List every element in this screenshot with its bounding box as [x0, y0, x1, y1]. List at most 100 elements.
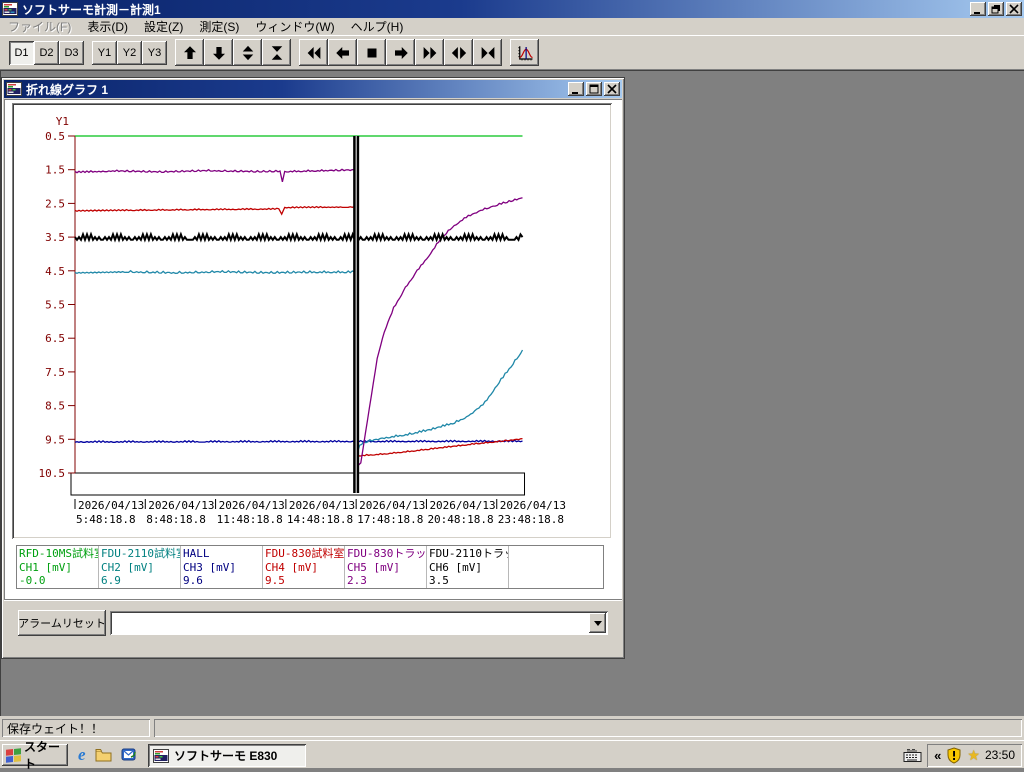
minimize-button[interactable]	[970, 2, 986, 16]
x-tick-time: 11:48:18.8	[217, 513, 283, 526]
toolbar-button-collapse-horizontal[interactable]	[473, 39, 502, 66]
rewind-icon	[307, 46, 320, 59]
graph-window-title: 折れ線グラフ 1	[26, 82, 109, 97]
y-tick-label: 2.5	[45, 197, 65, 210]
alarm-bar: アラームリセット	[4, 599, 622, 655]
x-tick-time: 8:48:18.8	[146, 513, 206, 526]
y-tick-label: 0.5	[45, 130, 65, 143]
close-icon[interactable]	[1006, 2, 1022, 16]
x-tick-date: 2026/04/13	[148, 499, 214, 512]
minimize-button[interactable]	[568, 82, 584, 96]
y-tick-label: 1.5	[45, 164, 65, 177]
app-icon	[153, 748, 169, 763]
legend-cell-CH6: FDU-2110トラッ CH6 [mV] 3.5	[429, 546, 509, 588]
series-CH3-line	[74, 439, 523, 444]
outlook-icon[interactable]	[121, 747, 137, 763]
quick-launch: e	[78, 745, 137, 765]
toolbar-button-Y2[interactable]: Y2	[117, 40, 142, 65]
series-CH4-line	[74, 205, 523, 457]
internet-explorer-icon[interactable]: e	[78, 746, 86, 763]
collapse-horizontal-icon	[481, 46, 494, 59]
maximize-button[interactable]	[586, 82, 602, 96]
x-tick-time: 17:48:18.8	[357, 513, 423, 526]
y-tick-label: 9.5	[45, 433, 65, 446]
tray-clock: 23:50	[984, 748, 1015, 762]
x-tick-time: 5:48:18.8	[76, 513, 136, 526]
x-tick-date: 2026/04/13	[78, 499, 144, 512]
security-shield-icon[interactable]	[946, 746, 962, 764]
graph-window-titlebar[interactable]: 折れ線グラフ 1	[4, 80, 622, 98]
toolbar-button-rewind[interactable]	[299, 39, 328, 66]
app-icon	[6, 82, 22, 96]
toolbar-button-stop[interactable]	[357, 39, 386, 66]
menu-item-window[interactable]: ウィンドウ(W)	[247, 17, 342, 36]
toolbar-button-Y1[interactable]: Y1	[92, 40, 117, 65]
restore-button[interactable]	[988, 2, 1004, 16]
alarm-combobox-input[interactable]	[113, 614, 587, 634]
toolbar-button-collapse-vertical[interactable]	[262, 39, 291, 66]
toolbar-button-arrow-left[interactable]	[328, 39, 357, 66]
y-tick-label: 6.5	[45, 332, 65, 345]
x-tick-time: 14:48:18.8	[287, 513, 353, 526]
menu-item-file[interactable]: ファイル(F)	[0, 17, 79, 36]
menu-bar: ファイル(F) 表示(D) 設定(Z) 測定(S) ウィンドウ(W) ヘルプ(H)	[0, 18, 1024, 36]
alarm-reset-button[interactable]: アラームリセット	[18, 610, 106, 636]
toolbar-button-expand-vertical[interactable]	[233, 39, 262, 66]
toolbar-button-arrow-right[interactable]	[386, 39, 415, 66]
tray-box: « ★ 23:50	[927, 744, 1022, 767]
toolbar-button-fast-forward[interactable]	[415, 39, 444, 66]
status-panel-secondary	[154, 719, 1022, 737]
graph-window: 折れ線グラフ 1 0.5 1.5 2.5 3.5 4.5 5.5 6.5 7.5 8.5 9.5 1…	[2, 78, 624, 658]
app-icon	[2, 2, 18, 16]
series-CH6-line	[74, 231, 524, 243]
menu-item-measure[interactable]: 測定(S)	[191, 17, 247, 36]
show-desktop-icon[interactable]	[95, 748, 112, 762]
alarm-combobox[interactable]	[110, 611, 608, 635]
combobox-dropdown-button[interactable]	[589, 613, 606, 633]
menu-item-help[interactable]: ヘルプ(H)	[343, 17, 412, 36]
toolbar-button-graph[interactable]	[510, 39, 539, 66]
stop-icon	[367, 48, 376, 57]
toolbar-button-expand-horizontal[interactable]	[444, 39, 473, 66]
window-title: ソフトサーモ計測－計測1	[22, 2, 161, 17]
close-icon[interactable]	[604, 82, 620, 96]
menu-item-view[interactable]: 表示(D)	[79, 17, 136, 36]
toolbar-button-D2[interactable]: D2	[34, 40, 59, 65]
x-tick-time: 20:48:18.8	[427, 513, 493, 526]
toolbar-button-Y3[interactable]: Y3	[142, 40, 167, 65]
taskbar: スタート e ソフトサーモ E830 « ★ 23:50	[0, 740, 1024, 771]
graph-icon	[517, 45, 533, 60]
y-tick-label: 4.5	[45, 265, 65, 278]
legend-filler	[509, 546, 603, 588]
series-CH2-line	[74, 269, 524, 458]
x-tick-date: 2026/04/13	[219, 499, 285, 512]
toolbar-button-D1[interactable]: D1	[9, 40, 34, 65]
task-button-label: ソフトサーモ E830	[174, 749, 278, 763]
graph-window-client: 0.5 1.5 2.5 3.5 4.5 5.5 6.5 7.5 8.5 9.5 10.5 Y1 2026…	[4, 99, 622, 655]
status-message: 保存ウェイト！！	[2, 719, 150, 737]
y-tick-label: 3.5	[45, 231, 65, 244]
start-button-label: スタート	[24, 740, 61, 771]
arrow-left-icon	[335, 46, 349, 59]
task-button-softthermo[interactable]: ソフトサーモ E830	[148, 744, 306, 767]
star-icon[interactable]: ★	[967, 747, 980, 764]
toolbar: D1 D2 D3 Y1 Y2 Y3	[0, 36, 1024, 70]
start-button[interactable]: スタート	[2, 740, 68, 771]
toolbar-button-arrow-up[interactable]	[175, 39, 204, 66]
menu-item-settings[interactable]: 設定(Z)	[136, 17, 191, 36]
toolbar-button-arrow-down[interactable]	[204, 39, 233, 66]
ime-keyboard-icon[interactable]	[903, 748, 922, 763]
y-tick-label: 7.5	[45, 366, 65, 379]
status-bar: 保存ウェイト！！	[0, 716, 1024, 740]
toolbar-button-D3[interactable]: D3	[59, 40, 84, 65]
x-tick-date: 2026/04/13	[289, 499, 355, 512]
y-tick-label: 8.5	[45, 400, 65, 413]
tray-chevron-expand[interactable]: «	[934, 748, 941, 763]
expand-horizontal-icon	[451, 46, 466, 59]
x-tick-date: 2026/04/13	[500, 499, 566, 512]
chevron-down-icon	[593, 620, 602, 626]
line-chart: 0.5 1.5 2.5 3.5 4.5 5.5 6.5 7.5 8.5 9.5 10.5 Y1 2026…	[39, 115, 566, 526]
mdi-workspace: 折れ線グラフ 1 0.5 1.5 2.5 3.5 4.5 5.5 6.5 7.5 8.5 9.5 1…	[0, 70, 1024, 716]
main-titlebar[interactable]: ソフトサーモ計測－計測1	[0, 0, 1024, 18]
chart-panel: 0.5 1.5 2.5 3.5 4.5 5.5 6.5 7.5 8.5 9.5 10.5 Y1 2026…	[12, 103, 612, 539]
